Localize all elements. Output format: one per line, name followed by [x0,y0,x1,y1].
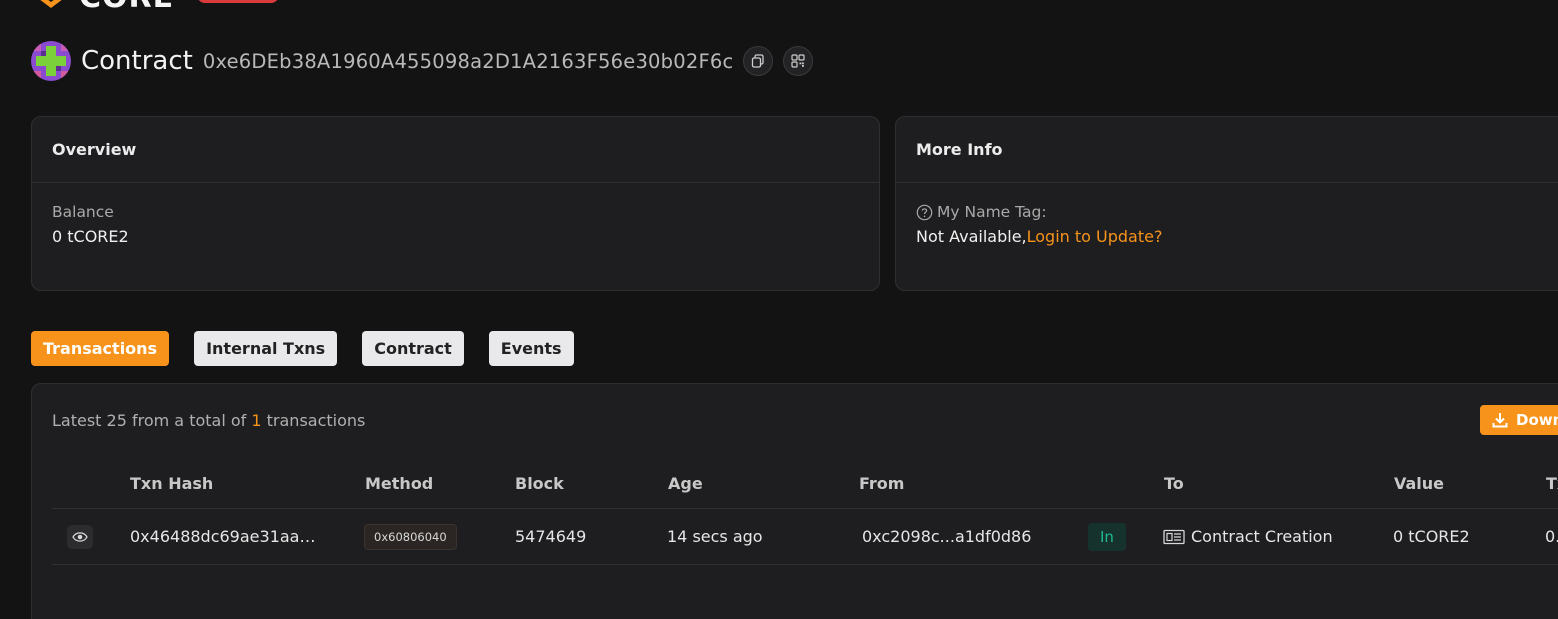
txn-hash-link[interactable]: 0x46488dc69ae31aa… [130,509,315,564]
table-row: 0x46488dc69ae31aa… 0x60806040 5474649 14… [52,508,1558,565]
download-icon [1492,413,1508,428]
direction-in-badge: In [1088,522,1126,551]
method-cell: 0x60806040 [364,509,457,564]
name-tag-value-row: Not Available,Login to Update? [916,227,1558,246]
from-address-link[interactable]: 0xc2098c...a1df0d86 [862,509,1031,564]
name-tag-value: Not Available, [916,227,1027,246]
transactions-panel: Latest 25 from a total of 1 transactions… [31,383,1558,619]
direction-cell: In [1088,509,1126,564]
name-tag-label: My Name Tag: [937,203,1047,221]
brand-logo[interactable]: CORE [33,0,174,15]
core-logo-icon [33,0,69,12]
qr-code-button[interactable] [783,46,814,76]
row-preview-cell [67,509,93,564]
contract-creation-icon [1163,529,1185,544]
copy-address-button[interactable] [743,46,774,76]
eye-icon [72,531,88,542]
tab-bar: Transactions Internal Txns Contract Even… [31,331,574,366]
method-badge: 0x60806040 [364,523,457,550]
help-circle-icon [916,204,933,220]
column-header-from: From [859,474,905,493]
column-header-txn-fee: Tx [1546,474,1558,493]
more-info-heading: More Info [896,117,1558,183]
age-cell: 14 secs ago [667,527,763,546]
to-cell: Contract Creation [1163,509,1333,564]
qr-code-icon [791,54,806,68]
column-header-txn-hash: Txn Hash [130,474,214,493]
txn-fee-cell: 0. [1545,527,1558,546]
column-header-method: Method [365,474,434,493]
download-csv-button[interactable]: Down [1480,405,1558,435]
overview-heading: Overview [32,117,879,183]
value-cell: 0 tCORE2 [1393,527,1470,546]
more-info-card: More Info My Name Tag: Not Available,Log… [895,116,1558,291]
balance-value: 0 tCORE2 [52,227,129,246]
network-badge [197,0,279,3]
download-label: Down [1516,411,1558,429]
balance-label: Balance [52,203,114,221]
contract-address: 0xe6DEb38A1960A455098a2D1A2163F56e30b02F… [202,49,734,73]
view-details-button[interactable] [67,524,93,549]
contract-avatar [31,41,71,81]
column-header-value: Value [1394,474,1445,493]
summary-prefix: Latest 25 from a total of [52,411,252,430]
copy-icon [752,54,765,68]
transactions-count: 1 [251,411,262,430]
summary-suffix: transactions [261,411,366,430]
login-to-update-link[interactable]: Login to Update? [1027,227,1163,246]
overview-card: Overview Balance 0 tCORE2 [31,116,880,291]
brand-logo-text: CORE [79,0,174,15]
name-tag-label-row: My Name Tag: [916,203,1558,221]
to-value: Contract Creation [1191,527,1333,546]
tab-contract[interactable]: Contract [362,331,464,366]
block-link[interactable]: 5474649 [515,509,586,564]
page: CORE Contract 0xe6DEb38A1960A455098a2D1A… [0,0,1558,619]
page-title: Contract [81,46,193,76]
contract-header: Contract 0xe6DEb38A1960A455098a2D1A2163F… [31,40,823,82]
column-header-age: Age [668,474,703,493]
tab-internal-txns[interactable]: Internal Txns [194,331,338,366]
tab-transactions[interactable]: Transactions [31,331,170,366]
column-header-block: Block [515,474,564,493]
tab-events[interactable]: Events [488,331,574,366]
column-header-to: To [1164,474,1184,493]
transactions-summary: Latest 25 from a total of 1 transactions [52,411,365,430]
